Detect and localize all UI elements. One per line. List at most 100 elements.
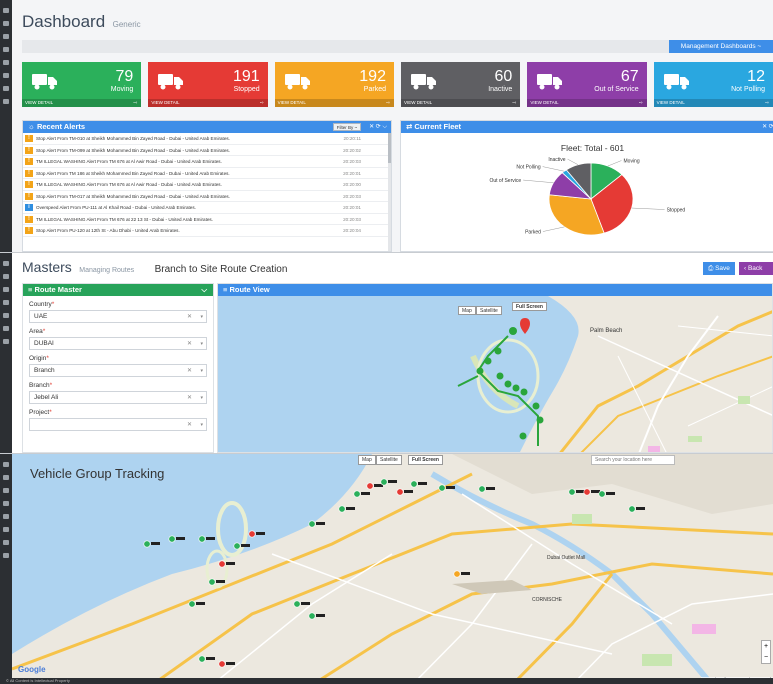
header-bar [22, 40, 773, 53]
map-label-dubai-outlet-mall: Dubai Outlet Mall [547, 555, 585, 561]
alert-row[interactable]: ! TM ILLEGAL WASHING Alert From TM 676 at… [23, 214, 391, 225]
vehicle-marker-icon[interactable] [353, 490, 361, 498]
status-tiles: 79 Moving VIEW DETAIL ⇨ 191 Stopped VIEW DETAI… [22, 62, 773, 107]
vehicle-marker-icon[interactable] [598, 490, 606, 498]
alert-text: Stop Alert From TM 186 at Sheikh Mohamme… [36, 170, 230, 176]
chevron-down-icon[interactable]: ▾ [200, 365, 203, 377]
sidebar-rail [0, 253, 12, 453]
chevron-down-icon[interactable]: ▾ [200, 338, 203, 350]
vehicle-marker-icon[interactable] [293, 600, 301, 608]
tile-label: Inactive [488, 86, 513, 93]
route-map[interactable]: Palm Beach [218, 296, 773, 453]
alert-row[interactable]: i Overspeed Alert From PU-111 at Al Khail… [23, 202, 391, 214]
view-detail-link[interactable]: VIEW DETAIL ⇨ [653, 99, 773, 107]
map-type-map[interactable]: Map [358, 455, 376, 465]
alert-row[interactable]: ! Stop Alert From TM-017 at Sheikh Mohamm… [23, 191, 391, 202]
vehicle-marker-icon[interactable] [198, 535, 206, 543]
alert-scrollbar[interactable] [388, 133, 391, 251]
status-tile-stopped[interactable]: 191 Stopped VIEW DETAIL ⇨ [148, 62, 268, 107]
status-tile-moving[interactable]: 79 Moving VIEW DETAIL ⇨ [22, 62, 142, 107]
vehicle-marker-icon[interactable] [233, 542, 241, 550]
vehicle-marker-icon[interactable] [218, 560, 226, 568]
country-select[interactable]: UAE ✕ ▾ [29, 310, 207, 323]
clear-icon[interactable]: ✕ [187, 365, 192, 377]
map-type-map[interactable]: Map [458, 306, 476, 315]
clear-icon[interactable]: ✕ [187, 392, 192, 404]
tracking-screen: CORNISCHE Dubai Outlet Mall Vehicle Grou… [0, 453, 773, 684]
view-detail-link[interactable]: VIEW DETAIL ⇨ [148, 99, 268, 107]
vehicle-marker-icon[interactable] [248, 530, 256, 538]
management-dashboards-button[interactable]: Management Dashboards ~ [669, 40, 773, 53]
alert-time: 20:20:11 [343, 136, 361, 141]
status-tile-inactive[interactable]: 60 Inactive VIEW DETAIL ⇨ [400, 62, 521, 107]
vehicle-marker-icon[interactable] [628, 505, 636, 513]
vehicle-marker-icon[interactable] [308, 520, 316, 528]
chevron-down-icon[interactable]: ▾ [200, 311, 203, 323]
vehicle-marker-icon[interactable] [366, 482, 374, 490]
vehicle-marker-icon[interactable] [583, 488, 591, 496]
view-detail-link[interactable]: VIEW DETAIL ⇨ [22, 99, 142, 107]
clear-icon[interactable]: ✕ [187, 311, 192, 323]
alert-row[interactable]: ! Stop Alert From TM-099 at Sheikh Mohamm… [23, 145, 391, 156]
vehicle-marker-icon[interactable] [338, 505, 346, 513]
full-screen-button[interactable]: Full Screen [512, 302, 547, 311]
vehicle-marker-icon[interactable] [308, 612, 316, 620]
alert-row[interactable]: ! TM ILLEGAL WASHING Alert From TM 676 at… [23, 179, 391, 191]
vehicle-marker-icon[interactable] [168, 535, 176, 543]
map-type-satellite[interactable]: Satellite [376, 455, 402, 465]
panel-tools-icon[interactable]: ✕ ⟳ ⌵ [369, 121, 387, 133]
vehicle-marker-icon[interactable] [438, 484, 446, 492]
alert-time: 20:20:02 [343, 147, 361, 153]
back-button[interactable]: ‹ Back [739, 262, 773, 275]
map-type-satellite[interactable]: Satellite [476, 306, 502, 315]
vehicle-marker-icon[interactable] [410, 480, 418, 488]
vehicle-marker-icon[interactable] [188, 600, 196, 608]
alert-row[interactable]: ! TM ILLEGAL WASHING Alert From TM 676 at… [23, 156, 391, 168]
truck-icon [410, 72, 437, 90]
pie-label: Moving [624, 159, 640, 165]
info-icon: i [25, 204, 33, 211]
filter-by-button[interactable]: Filter By ~ [333, 123, 361, 131]
panel-tools-icon[interactable]: ✕ ⟳ ⌵ [762, 121, 773, 133]
area-select[interactable]: DUBAI ✕ ▾ [29, 337, 207, 350]
vehicle-marker-icon[interactable] [568, 488, 576, 496]
zoom-control[interactable]: + − [761, 640, 771, 664]
tracking-map[interactable]: CORNISCHE Dubai Outlet Mall [12, 454, 773, 684]
branch-select[interactable]: Jebel Ali ✕ ▾ [29, 391, 207, 404]
google-logo: Google [18, 665, 46, 674]
project-select[interactable]: ✕ ▾ [29, 418, 207, 431]
clear-icon[interactable]: ✕ [187, 338, 192, 350]
save-button[interactable]: ⎙ Save [703, 262, 735, 275]
status-tile-out-of-service[interactable]: 67 Out of Service VIEW DETAIL ⇨ [527, 62, 647, 107]
truck-icon [537, 72, 563, 90]
view-detail-link[interactable]: VIEW DETAIL ⇨ [274, 99, 394, 107]
pie-leader-line [542, 226, 565, 232]
vehicle-marker-icon[interactable] [198, 655, 206, 663]
status-tile-parked[interactable]: 192 Parked VIEW DETAIL ⇨ [274, 62, 394, 107]
chevron-down-icon[interactable]: ▾ [200, 419, 203, 431]
chevron-down-icon[interactable]: ▾ [200, 392, 203, 404]
view-detail-link[interactable]: VIEW DETAIL ⇨ [400, 99, 521, 107]
status-tile-not-polling[interactable]: 12 Not Polling VIEW DETAIL ⇨ [653, 62, 773, 107]
vehicle-marker-icon[interactable] [218, 660, 226, 668]
vehicle-marker-icon[interactable] [143, 540, 151, 548]
warning-icon: ! [25, 135, 33, 142]
vehicle-marker-icon[interactable] [478, 485, 486, 493]
vehicle-tag [461, 572, 470, 575]
vehicle-tag [226, 562, 235, 565]
vehicle-marker-icon[interactable] [208, 578, 216, 586]
origin-select[interactable]: Branch ✕ ▾ [29, 364, 207, 377]
alert-row[interactable]: ! Stop Alert From TM 186 at Sheikh Mohamm… [23, 168, 391, 179]
alert-row[interactable]: ! Stop Alert From TM-010 at Sheikh Mohamm… [23, 133, 391, 145]
vehicle-marker-icon[interactable] [453, 570, 461, 578]
sidebar-rail [0, 454, 12, 684]
view-detail-link[interactable]: VIEW DETAIL ⇨ [527, 99, 647, 107]
chevron-down-icon[interactable]: ⌵ [201, 284, 207, 296]
vehicle-marker-icon[interactable] [380, 478, 388, 486]
full-screen-button[interactable]: Full Screen [408, 455, 443, 465]
alert-row[interactable]: ! Stop Alert From PU-120 at 12th St - Abu… [23, 225, 391, 237]
clear-icon[interactable]: ✕ [187, 419, 192, 431]
vehicle-marker-icon[interactable] [396, 488, 404, 496]
location-search-input[interactable] [591, 455, 675, 465]
route-form: Country* UAE ✕ ▾ Area* DUBAI ✕ ▾ Origin* Branch ✕ ▾… [23, 301, 213, 431]
